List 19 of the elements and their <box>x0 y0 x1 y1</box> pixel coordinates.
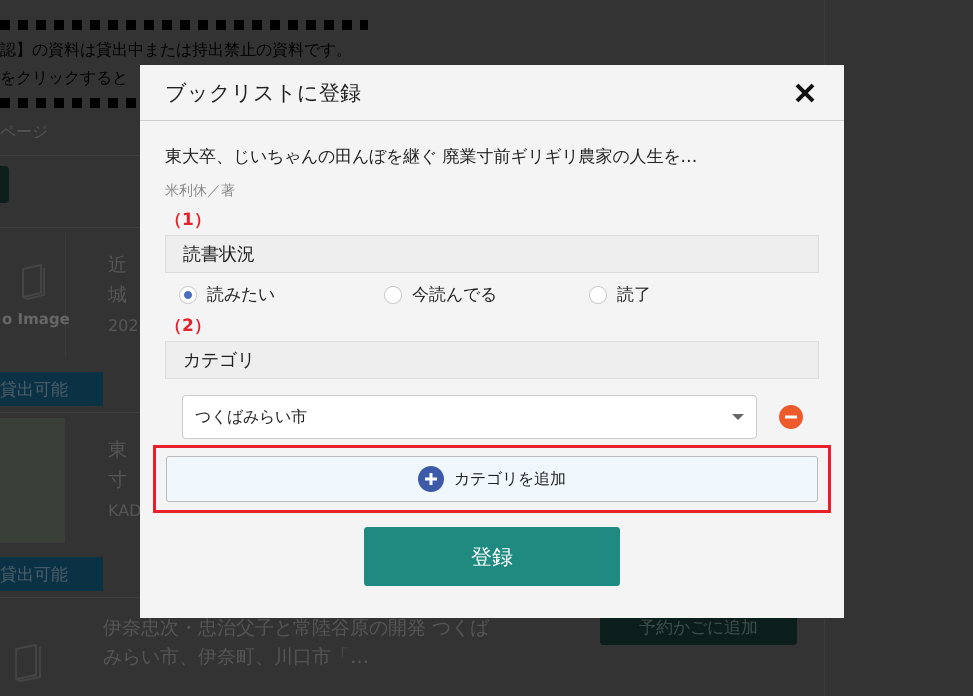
section-heading: 読書状況 <box>165 235 819 273</box>
author-text: 米利休／著 <box>165 182 236 200</box>
book-title: 東大卒、じいちゃんの田んぼを継ぐ 廃業寸前ギリギリ農家の人生を… <box>165 146 698 168</box>
add-category-button[interactable]: カテゴリを追加 <box>166 456 818 502</box>
radio-option[interactable]: 今読んでる <box>384 283 589 306</box>
caret-icon <box>732 414 744 420</box>
dialog-title: ブックリストに登録 <box>165 80 361 106</box>
availability-badge: 貸出可能 <box>0 557 103 591</box>
category-dropdown[interactable]: つくばみらい市 <box>182 395 757 439</box>
plus-icon <box>418 466 444 492</box>
register-button[interactable]: 登録 <box>364 527 620 586</box>
radio-option[interactable]: 読みたい <box>179 283 384 306</box>
availability-badge: 貸出可能 <box>0 372 103 406</box>
section-number: （2） <box>165 315 212 337</box>
section-heading: カテゴリ <box>165 341 819 379</box>
section-number: （1） <box>165 209 212 231</box>
remove-icon[interactable] <box>779 405 803 429</box>
radio-option[interactable]: 読了 <box>589 283 794 306</box>
close-icon[interactable] <box>794 82 816 104</box>
